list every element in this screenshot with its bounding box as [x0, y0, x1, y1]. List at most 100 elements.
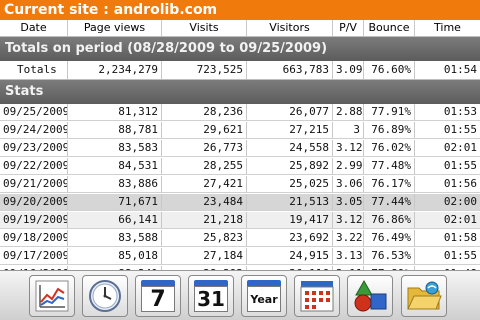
cell-visitors: 21,513: [247, 194, 333, 210]
cell-visitors: 24,558: [247, 140, 333, 156]
totals-visits: 723,525: [162, 61, 247, 79]
cell-visitors: 24,915: [247, 248, 333, 264]
clock-icon: [89, 280, 121, 312]
shapes-icon: [354, 279, 387, 312]
table-row[interactable]: 09/24/2009 88,781 29,621 27,215 3 76.89% 01:55: [0, 122, 480, 139]
date-range-button[interactable]: [294, 275, 340, 317]
cell-bounce: 76.86%: [364, 212, 415, 228]
calendar-7-label: 7: [150, 287, 166, 312]
table-row[interactable]: 09/23/2009 83,583 26,773 24,558 3.12 76.02% 02…: [0, 140, 480, 157]
table-row[interactable]: 09/25/2009 81,312 28,236 26,077 2.88 77.91% 01…: [0, 104, 480, 121]
table-row[interactable]: 09/17/2009 85,018 27,184 24,915 3.13 76.53% 01…: [0, 248, 480, 265]
cell-visitors: 27,215: [247, 122, 333, 138]
cell-date: 09/19/2009: [0, 212, 68, 228]
cell-page-views: 83,886: [68, 176, 162, 192]
calendar-31-label: 31: [197, 287, 225, 311]
cell-visitors: 25,025: [247, 176, 333, 192]
cell-visits: 27,184: [162, 248, 247, 264]
cell-page-views: 84,531: [68, 158, 162, 174]
cell-visitors: 19,417: [247, 212, 333, 228]
cell-page-views: 71,671: [68, 194, 162, 210]
column-header-pv[interactable]: P/V: [333, 20, 364, 36]
column-header-visits[interactable]: Visits: [162, 20, 247, 36]
cell-pv: 3.12: [333, 212, 364, 228]
table-row[interactable]: 09/19/2009 66,141 21,218 19,417 3.12 76.86% 02…: [0, 212, 480, 229]
cell-date: 09/22/2009: [0, 158, 68, 174]
table-row[interactable]: 09/21/2009 83,886 27,421 25,025 3.06 76.17% 01…: [0, 176, 480, 193]
last-31-days-button[interactable]: 31: [188, 275, 234, 317]
cell-page-views: 66,141: [68, 212, 162, 228]
cell-time: 02:01: [443, 141, 477, 154]
cell-time: 01:55: [443, 123, 477, 136]
cell-visitors: 26,077: [247, 104, 333, 120]
cell-visits: 25,823: [162, 230, 247, 246]
cell-page-views: 81,312: [68, 104, 162, 120]
year-button[interactable]: Year: [241, 275, 287, 317]
cell-pv: 3.05: [333, 194, 364, 210]
table-row[interactable]: 09/20/2009 71,671 23,484 21,513 3.05 77.44% 02…: [0, 194, 480, 211]
calendar-year-icon: Year: [247, 280, 281, 312]
folder-open-icon: [407, 281, 442, 310]
stats-table-body[interactable]: 09/25/2009 81,312 28,236 26,077 2.88 77.91% 01…: [0, 104, 480, 270]
cell-time: 01:55: [443, 249, 477, 262]
column-header-date[interactable]: Date: [0, 20, 68, 36]
cell-time: 02:01: [443, 213, 477, 226]
stats-section-header: Stats: [0, 80, 480, 104]
column-header-visitors[interactable]: Visitors: [247, 20, 333, 36]
cell-bounce: 77.91%: [364, 104, 415, 120]
calendar-31-icon: 31: [194, 280, 228, 312]
table-row[interactable]: 09/18/2009 83,588 25,823 23,692 3.22 76.49% 01…: [0, 230, 480, 247]
cell-date: 09/25/2009: [0, 104, 68, 120]
totals-bounce: 76.60%: [364, 61, 415, 79]
column-header-bounce[interactable]: Bounce: [364, 20, 415, 36]
totals-row: Totals 2,234,279 723,525 663,783 3.09 76…: [0, 61, 480, 80]
cell-pv: 3.22: [333, 230, 364, 246]
site-title: Current site : androlib.com: [0, 0, 480, 20]
cell-bounce: 76.53%: [364, 248, 415, 264]
cell-time: 02:00: [443, 195, 477, 208]
calendar-7-icon: 7: [141, 280, 175, 312]
totals-label: Totals: [0, 61, 68, 79]
calendar-year-label: Year: [250, 293, 278, 306]
table-row[interactable]: 09/22/2009 84,531 28,255 25,892 2.99 77.48% 01…: [0, 158, 480, 175]
last-7-days-button[interactable]: 7: [135, 275, 181, 317]
cell-pv: 3: [333, 122, 364, 138]
chart-view-button[interactable]: [29, 275, 75, 317]
cell-visits: 21,218: [162, 212, 247, 228]
column-header-row: Date Page views Visits Visitors P/V Boun…: [0, 20, 480, 37]
cell-time: 01:56: [443, 177, 477, 190]
cell-visitors: 25,892: [247, 158, 333, 174]
calendar-grid-icon: [300, 281, 334, 312]
cell-pv: 2.99: [333, 158, 364, 174]
cell-pv: 3.12: [333, 140, 364, 156]
bottom-toolbar: 7 31 Year: [0, 270, 480, 320]
cell-date: 09/17/2009: [0, 248, 68, 264]
cell-bounce: 76.89%: [364, 122, 415, 138]
column-header-time[interactable]: Time: [415, 20, 480, 36]
shapes-button[interactable]: [347, 275, 393, 317]
cell-page-views: 83,588: [68, 230, 162, 246]
cell-bounce: 77.48%: [364, 158, 415, 174]
clock-button[interactable]: [82, 275, 128, 317]
cell-visits: 27,421: [162, 176, 247, 192]
cell-bounce: 77.44%: [364, 194, 415, 210]
cell-pv: 2.88: [333, 104, 364, 120]
cell-pv: 3.06: [333, 176, 364, 192]
cell-pv: 3.13: [333, 248, 364, 264]
cell-page-views: 83,583: [68, 140, 162, 156]
totals-section-header: Totals on period (08/28/2009 to 09/25/20…: [0, 37, 480, 61]
open-folder-button[interactable]: [401, 275, 447, 317]
column-header-page-views[interactable]: Page views: [68, 20, 162, 36]
cell-bounce: 76.02%: [364, 140, 415, 156]
cell-visitors: 23,692: [247, 230, 333, 246]
cell-bounce: 76.49%: [364, 230, 415, 246]
cell-visits: 29,621: [162, 122, 247, 138]
totals-time: 01:54: [443, 63, 477, 76]
line-chart-icon: [35, 280, 69, 312]
cell-visits: 26,773: [162, 140, 247, 156]
totals-page-views: 2,234,279: [68, 61, 162, 79]
totals-pv: 3.09: [333, 61, 364, 79]
cell-bounce: 76.17%: [364, 176, 415, 192]
cell-visits: 28,255: [162, 158, 247, 174]
cell-date: 09/21/2009: [0, 176, 68, 192]
